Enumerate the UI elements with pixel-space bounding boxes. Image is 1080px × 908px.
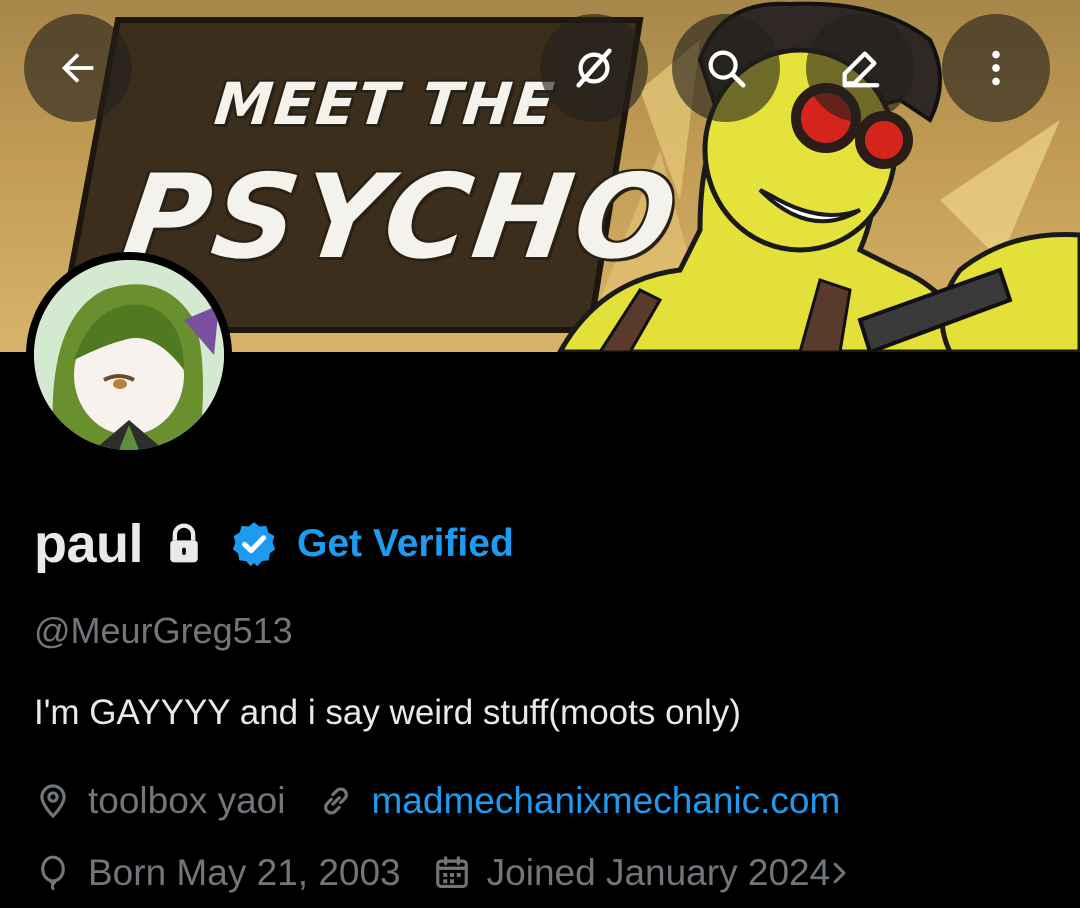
location-item: toolbox yaoi xyxy=(34,780,285,822)
profile-meta-row-1: toolbox yaoi madmechanixmechanic.com xyxy=(34,780,872,822)
search-icon xyxy=(708,50,746,88)
get-verified-label: Get Verified xyxy=(297,522,514,565)
grok-icon xyxy=(576,48,612,88)
banner-title-line2: PSYCHO xyxy=(115,150,688,285)
avatar[interactable] xyxy=(26,252,232,458)
profile-name-row: paul Get Verified xyxy=(34,510,514,578)
birthday-text: Born May 21, 2003 xyxy=(88,852,401,893)
more-options-button[interactable] xyxy=(942,14,1050,122)
website-item[interactable]: madmechanixmechanic.com xyxy=(317,780,840,822)
profile-bio: I'm GAYYYY and i say weird stuff(moots o… xyxy=(34,693,741,732)
balloon-icon xyxy=(41,855,65,891)
user-handle: @MeurGreg513 xyxy=(34,610,293,651)
back-arrow-icon xyxy=(61,53,94,83)
edit-icon xyxy=(842,51,880,88)
banner-title-line1: MEET THE xyxy=(211,70,560,138)
edit-button[interactable] xyxy=(806,14,914,122)
birthday-item: Born May 21, 2003 xyxy=(34,852,401,894)
location-pin-icon xyxy=(40,784,66,819)
chevron-right-icon xyxy=(833,862,846,884)
more-vertical-icon xyxy=(992,50,1000,86)
joined-item[interactable]: Joined January 2024 xyxy=(433,852,855,894)
lock-icon xyxy=(170,523,198,563)
avatar-image xyxy=(34,260,224,450)
website-link[interactable]: madmechanixmechanic.com xyxy=(371,780,840,822)
joined-text: Joined January 2024 xyxy=(486,852,831,893)
search-button[interactable] xyxy=(672,14,780,122)
back-button[interactable] xyxy=(24,14,132,122)
verified-badge-icon xyxy=(232,522,276,567)
location-text: toolbox yaoi xyxy=(88,780,286,821)
profile-meta-row-2: Born May 21, 2003 Joined January 2024 xyxy=(34,852,886,894)
grok-button[interactable] xyxy=(540,14,648,122)
get-verified-link[interactable]: Get Verified xyxy=(229,519,514,569)
display-name: paul xyxy=(34,514,144,574)
link-icon xyxy=(324,787,349,815)
calendar-icon xyxy=(435,856,468,889)
